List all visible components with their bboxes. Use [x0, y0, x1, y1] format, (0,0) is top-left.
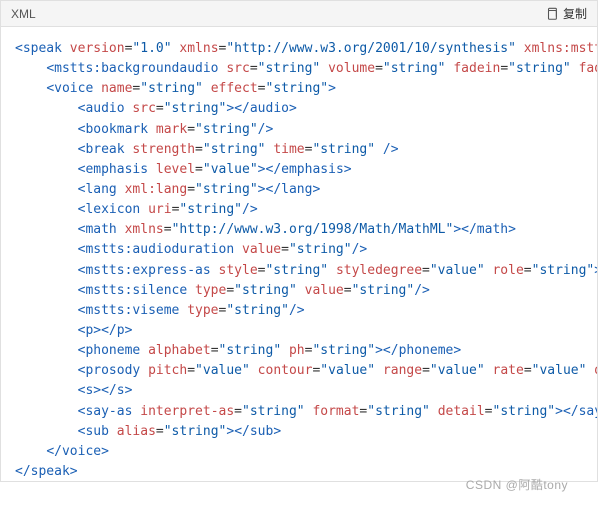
copy-label: 复制 [563, 5, 587, 22]
code-content[interactable]: <speak version="1.0" xmlns="http://www.w… [0, 27, 598, 482]
code-header: XML 复制 [0, 0, 598, 27]
copy-button[interactable]: 复制 [545, 5, 587, 22]
language-label: XML [11, 7, 36, 21]
copy-icon [545, 7, 559, 21]
